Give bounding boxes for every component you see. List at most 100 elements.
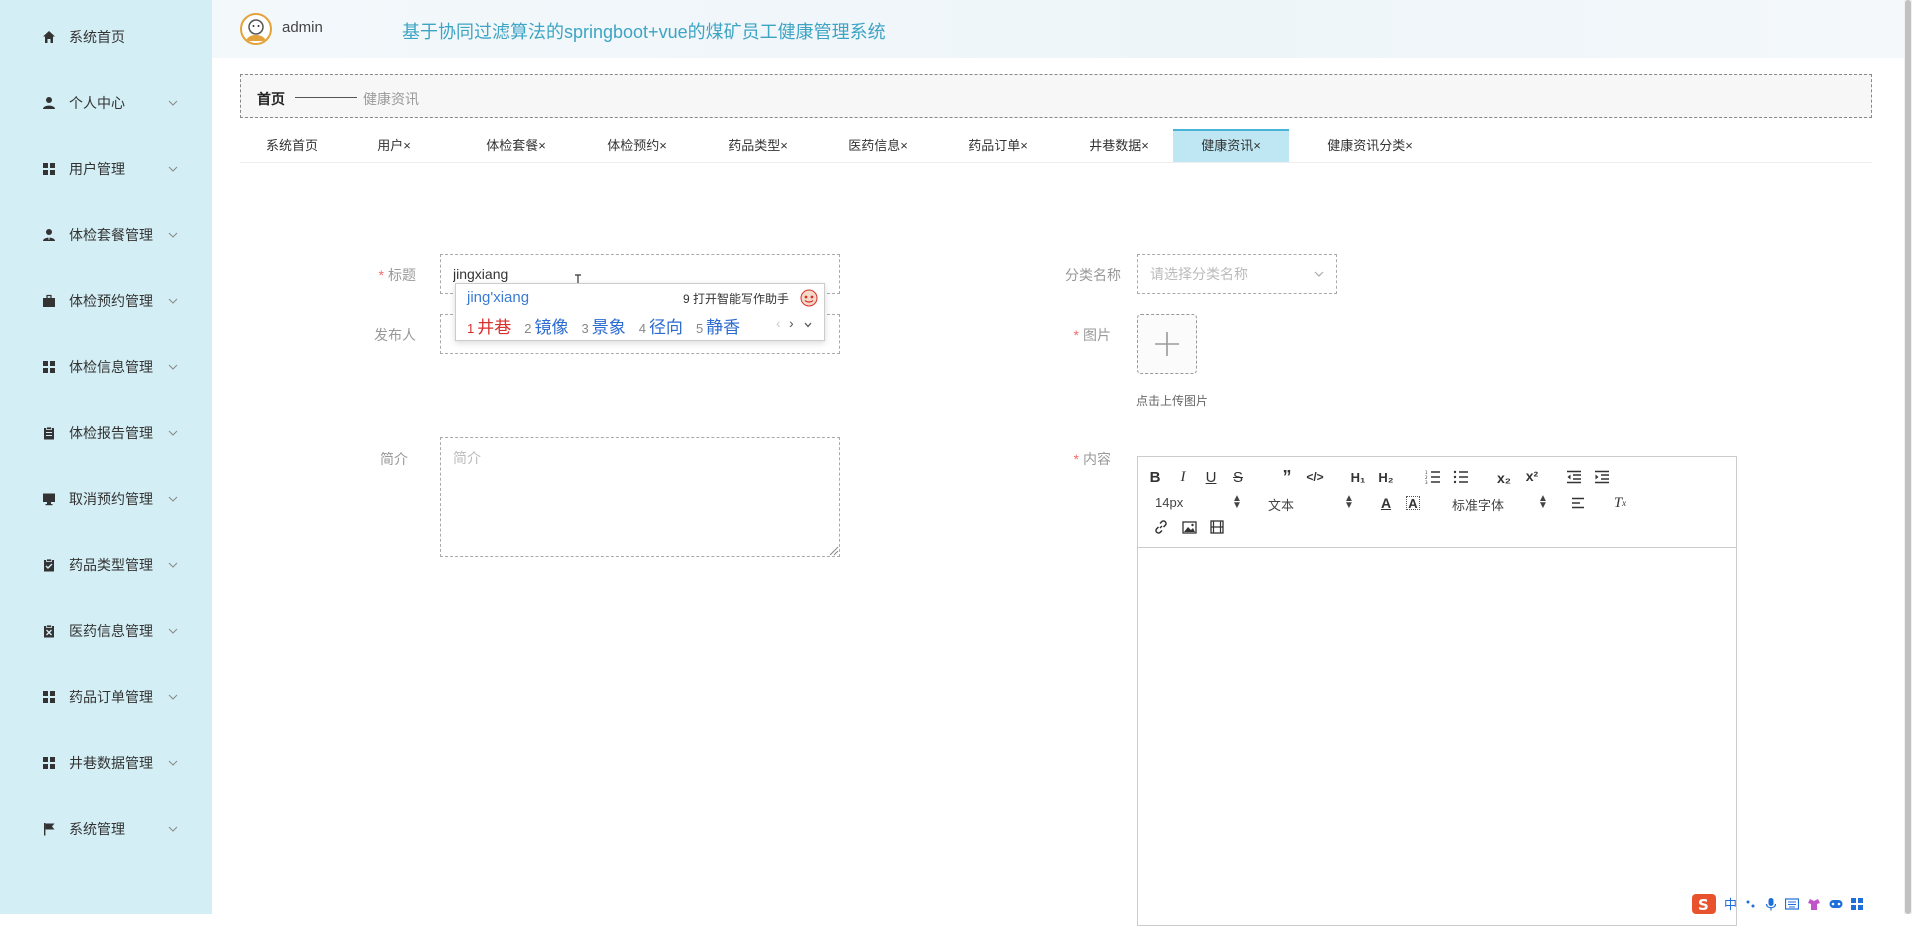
ime-language[interactable]: 中	[1724, 894, 1737, 913]
plus-icon	[1155, 332, 1179, 356]
sidebar-item-home[interactable]: 系统首页	[0, 17, 212, 57]
outdent-icon[interactable]	[1563, 466, 1585, 488]
sidebar-item-report[interactable]: 体检报告管理	[0, 413, 212, 453]
tab-drug-type[interactable]: 药品类型×	[706, 129, 810, 162]
tab-home[interactable]: 系统首页	[240, 129, 344, 162]
tab-health-news-category[interactable]: 健康资讯分类×	[1308, 129, 1432, 162]
font-size-select[interactable]: 14px	[1155, 495, 1183, 510]
sidebar-item-personal[interactable]: 个人中心	[0, 83, 212, 123]
tab-medicine[interactable]: 医药信息×	[826, 129, 930, 162]
user-icon	[42, 96, 56, 110]
chevron-down-icon	[168, 496, 178, 502]
header-2-icon[interactable]: H₂	[1375, 466, 1397, 488]
sidebar-item-drug-type[interactable]: 药品类型管理	[0, 545, 212, 585]
category-select[interactable]	[1137, 254, 1337, 294]
scrollbar-thumb[interactable]	[1905, 0, 1911, 914]
tabs-bar: 系统首页 用户× 体检套餐× 体检预约× 药品类型× 医药信息× 药品订单× 井…	[240, 129, 1872, 163]
indent-icon[interactable]	[1591, 466, 1613, 488]
ime-expand-icon[interactable]	[803, 320, 813, 330]
sidebar-item-label: 药品订单管理	[69, 689, 153, 705]
bullet-list-icon[interactable]	[1450, 466, 1472, 488]
tab-drug-order[interactable]: 药品订单×	[946, 129, 1050, 162]
underline-icon[interactable]: U	[1200, 466, 1222, 488]
block-type-select[interactable]: 文本	[1268, 495, 1294, 514]
username[interactable]: admin	[282, 19, 323, 36]
sidebar-item-appointment[interactable]: 体检预约管理	[0, 281, 212, 321]
breadcrumb-home[interactable]: 首页	[257, 89, 285, 109]
tab-package[interactable]: 体检套餐×	[464, 129, 568, 162]
keyboard-icon[interactable]	[1785, 897, 1800, 910]
text-color-icon[interactable]: A	[1375, 492, 1397, 514]
subscript-icon[interactable]: x₂	[1493, 467, 1515, 489]
ime-candidate[interactable]: 3 景象	[581, 318, 625, 337]
game-icon[interactable]	[1829, 898, 1843, 910]
image-upload-button[interactable]	[1137, 314, 1197, 374]
punctuation-icon[interactable]	[1745, 898, 1757, 910]
bold-icon[interactable]: B	[1144, 466, 1166, 488]
tab-health-news[interactable]: 健康资讯×	[1173, 129, 1289, 162]
clear-format-icon[interactable]: Tx	[1609, 492, 1631, 514]
strike-icon[interactable]: S	[1227, 466, 1249, 488]
superscript-icon[interactable]: x²	[1521, 465, 1543, 487]
sidebar-item-cancel[interactable]: 取消预约管理	[0, 479, 212, 519]
ime-candidate[interactable]: 1 井巷	[467, 318, 511, 337]
intro-textarea[interactable]	[440, 437, 840, 557]
sidebar-item-label: 体检信息管理	[69, 359, 153, 375]
sidebar-item-label: 体检报告管理	[69, 425, 153, 441]
sidebar-item-exam-info[interactable]: 体检信息管理	[0, 347, 212, 387]
user-tie-icon	[42, 228, 56, 242]
ime-candidate[interactable]: 2 镜像	[524, 318, 568, 337]
rich-text-editor[interactable]: B I U S ” </> H₁ H₂ 123 x₂ x² 14px ▲ ▼ 文本…	[1137, 456, 1737, 926]
sogou-logo-icon[interactable]: S	[1692, 893, 1716, 914]
sidebar-item-medicine[interactable]: 医药信息管理	[0, 611, 212, 651]
tab-shaft-data[interactable]: 井巷数据×	[1067, 129, 1171, 162]
ime-candidates: 1 井巷 2 镜像 3 景象 4 径向 5 静香	[467, 313, 753, 338]
microphone-icon[interactable]	[1765, 897, 1777, 911]
required-mark: *	[1073, 327, 1079, 343]
tab-appointment[interactable]: 体检预约×	[585, 129, 689, 162]
sidebar-item-drug-order[interactable]: 药品订单管理	[0, 677, 212, 717]
breadcrumb-current: 健康资讯	[363, 91, 419, 107]
font-family-select[interactable]: 标准字体	[1452, 495, 1504, 514]
apps-grid-icon[interactable]	[1851, 897, 1864, 910]
monitor-icon	[42, 492, 56, 506]
ordered-list-icon[interactable]: 123	[1422, 466, 1444, 488]
blockquote-icon[interactable]: ”	[1276, 466, 1298, 488]
italic-icon[interactable]: I	[1172, 466, 1194, 488]
sidebar-item-shaft-data[interactable]: 井巷数据管理	[0, 743, 212, 783]
ime-candidate[interactable]: 4 径向	[639, 318, 683, 337]
briefcase-icon	[42, 294, 56, 308]
ime-assistant-tip[interactable]: 9 打开智能写作助手	[683, 290, 789, 307]
chevron-down-icon	[168, 628, 178, 634]
breadcrumb: 首页 健康资讯	[240, 74, 1872, 118]
avatar[interactable]	[240, 13, 272, 45]
grid-icon	[42, 162, 56, 176]
resize-handle-icon[interactable]	[827, 544, 839, 556]
ime-candidate-popup[interactable]: jing'xiang 9 打开智能写作助手 1 井巷 2 镜像 3 景象 4 径向 5 静香 ‹ …	[455, 283, 825, 341]
chevron-down-icon	[168, 298, 178, 304]
align-icon[interactable]	[1567, 492, 1589, 514]
content-label: * 内容	[1073, 451, 1111, 467]
video-icon[interactable]	[1206, 516, 1228, 538]
ime-next-page-icon[interactable]: ›	[789, 315, 794, 331]
image-icon[interactable]	[1178, 516, 1200, 538]
sidebar-item-system[interactable]: 系统管理	[0, 809, 212, 849]
sidebar-item-label: 系统首页	[69, 29, 125, 45]
code-block-icon[interactable]: </>	[1304, 466, 1326, 488]
ime-candidate[interactable]: 5 静香	[696, 318, 740, 337]
sidebar-item-users[interactable]: 用户管理	[0, 149, 212, 189]
svg-text:S: S	[1698, 896, 1709, 914]
editor-toolbar: B I U S ” </> H₁ H₂ 123 x₂ x² 14px ▲ ▼ 文本…	[1138, 457, 1736, 548]
ime-prev-page-icon[interactable]: ‹	[776, 315, 781, 331]
sidebar-item-label: 个人中心	[69, 95, 125, 111]
required-mark: *	[378, 267, 384, 283]
sidebar-item-label: 医药信息管理	[69, 623, 153, 639]
link-icon[interactable]	[1150, 516, 1172, 538]
background-color-icon[interactable]: A	[1406, 496, 1420, 511]
required-mark: *	[1073, 451, 1079, 467]
tab-user[interactable]: 用户×	[344, 129, 444, 162]
ime-assistant-icon[interactable]	[800, 289, 818, 307]
skin-icon[interactable]	[1807, 897, 1821, 911]
sidebar-item-package[interactable]: 体检套餐管理	[0, 215, 212, 255]
header-1-icon[interactable]: H₁	[1347, 466, 1369, 488]
